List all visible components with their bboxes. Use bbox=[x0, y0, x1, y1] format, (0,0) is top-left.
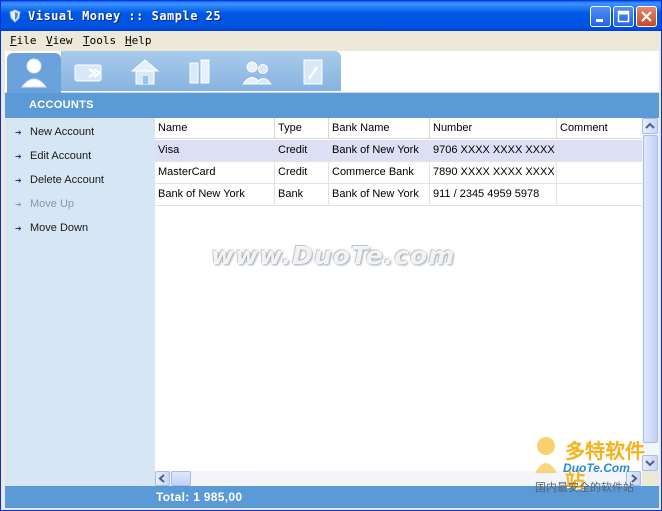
watermark-cn-slogan: 国内最安全的软件站 bbox=[535, 482, 634, 494]
watermark-text: www.DuoTe.com bbox=[211, 241, 456, 270]
arrow-left-icon bbox=[158, 474, 165, 483]
delete-account-label: Delete Account bbox=[30, 174, 104, 186]
arrow-right-icon: ➔ bbox=[15, 128, 22, 137]
mascot-icon bbox=[535, 437, 557, 473]
total-amount: Total: 1 985,00 bbox=[156, 490, 243, 504]
cell-number: 9706 XXXX XXXX XXXX bbox=[430, 140, 557, 162]
tool-reports-button[interactable] bbox=[173, 53, 227, 91]
menu-view[interactable]: View bbox=[46, 34, 73, 47]
scroll-left-button[interactable] bbox=[155, 471, 170, 486]
arrow-right-icon: ➔ bbox=[15, 224, 22, 233]
close-icon bbox=[641, 11, 652, 22]
toolbar-strip bbox=[61, 51, 341, 91]
minimize-button[interactable] bbox=[590, 6, 611, 27]
menu-file[interactable]: File bbox=[10, 34, 37, 47]
watermark-logo: 多特软件站 DuoTe.Com 国内最安全的软件站 bbox=[531, 431, 659, 494]
column-header-number[interactable]: Number bbox=[430, 118, 557, 139]
new-account-label: New Account bbox=[30, 126, 95, 138]
move-up-label: Move Up bbox=[30, 198, 75, 210]
table-row[interactable]: Visa Credit Bank of New York 9706 XXXX X… bbox=[155, 140, 642, 162]
column-header-comment[interactable]: Comment bbox=[557, 118, 642, 139]
vertical-scrollbar[interactable] bbox=[642, 118, 659, 471]
cell-name: Visa bbox=[155, 140, 275, 162]
column-header-name[interactable]: Name bbox=[155, 118, 275, 139]
toolbar bbox=[5, 51, 659, 95]
move-down-action[interactable]: ➔ Move Down bbox=[5, 219, 155, 239]
cell-type: Bank bbox=[275, 184, 329, 206]
menu-tools[interactable]: Tools bbox=[83, 34, 116, 47]
minimize-icon bbox=[596, 19, 603, 22]
horizontal-scroll-thumb[interactable] bbox=[171, 471, 191, 486]
tool-accounts-button[interactable] bbox=[7, 53, 61, 95]
app-shield-icon bbox=[9, 9, 21, 23]
actions-sidebar: ➔ New Account ➔ Edit Account ➔ Delete Ac… bbox=[5, 118, 155, 486]
delete-account-action[interactable]: ➔ Delete Account bbox=[5, 171, 155, 191]
tool-home-button[interactable] bbox=[117, 53, 171, 91]
cell-number: 911 / 2345 4959 5978 bbox=[430, 184, 557, 206]
section-header: ACCOUNTS bbox=[5, 93, 659, 118]
close-button[interactable] bbox=[636, 6, 657, 27]
arrow-right-icon: ➔ bbox=[15, 176, 22, 185]
transfers-icon bbox=[74, 64, 102, 82]
tool-payees-button[interactable] bbox=[229, 53, 283, 91]
accounts-table: Name Type Bank Name Number Comment Visa … bbox=[155, 118, 642, 471]
maximize-button[interactable] bbox=[613, 6, 634, 27]
cell-name: Bank of New York bbox=[155, 184, 275, 206]
reports-icon bbox=[189, 59, 210, 84]
vertical-scroll-thumb[interactable] bbox=[643, 135, 658, 443]
cell-comment bbox=[557, 162, 642, 184]
payees-icon bbox=[242, 61, 272, 85]
edit-account-action[interactable]: ➔ Edit Account bbox=[5, 147, 155, 167]
app-window: Visual Money :: Sample 25 File View Tool… bbox=[0, 0, 662, 511]
arrow-right-icon: ➔ bbox=[15, 200, 22, 209]
section-title: ACCOUNTS bbox=[29, 99, 94, 111]
cell-comment bbox=[557, 140, 642, 162]
arrow-up-icon bbox=[645, 122, 655, 129]
tool-transfers-button[interactable] bbox=[61, 53, 115, 91]
move-up-action: ➔ Move Up bbox=[5, 195, 155, 215]
column-header-type[interactable]: Type bbox=[275, 118, 329, 139]
maximize-icon bbox=[617, 10, 630, 23]
cell-type: Credit bbox=[275, 162, 329, 184]
menu-help[interactable]: Help bbox=[125, 34, 152, 47]
column-header-bank-name[interactable]: Bank Name bbox=[329, 118, 430, 139]
cell-bank-name: Bank of New York bbox=[329, 184, 430, 206]
cell-bank-name: Commerce Bank bbox=[329, 162, 430, 184]
table-row[interactable]: MasterCard Credit Commerce Bank 7890 XXX… bbox=[155, 162, 642, 184]
edit-account-label: Edit Account bbox=[30, 150, 92, 162]
window-title: Visual Money :: Sample 25 bbox=[28, 9, 222, 23]
cell-name: MasterCard bbox=[155, 162, 275, 184]
table-row[interactable]: Bank of New York Bank Bank of New York 9… bbox=[155, 184, 642, 206]
cell-type: Credit bbox=[275, 140, 329, 162]
title-bar[interactable]: Visual Money :: Sample 25 bbox=[1, 1, 661, 31]
move-down-label: Move Down bbox=[30, 222, 89, 234]
cell-comment bbox=[557, 184, 642, 206]
new-account-action[interactable]: ➔ New Account bbox=[5, 123, 155, 143]
tool-notes-button[interactable] bbox=[285, 53, 339, 91]
notes-icon bbox=[303, 59, 323, 85]
accounts-icon bbox=[20, 58, 48, 88]
arrow-right-icon: ➔ bbox=[15, 152, 22, 161]
cell-number: 7890 XXXX XXXX XXXX bbox=[430, 162, 557, 184]
cell-bank-name: Bank of New York bbox=[329, 140, 430, 162]
scroll-up-button[interactable] bbox=[642, 118, 658, 134]
menu-bar: File View Tools Help bbox=[1, 31, 661, 51]
watermark-cn-site: DuoTe.Com bbox=[563, 461, 630, 475]
home-icon bbox=[130, 59, 160, 85]
